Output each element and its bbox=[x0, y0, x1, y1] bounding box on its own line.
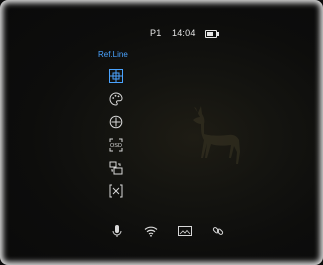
bottom-status-bar bbox=[0, 222, 323, 240]
picture-in-picture-icon bbox=[109, 161, 123, 175]
microphone-status bbox=[108, 222, 126, 240]
deer-silhouette bbox=[193, 106, 240, 164]
link-status bbox=[209, 222, 227, 240]
menu-item-palette[interactable] bbox=[107, 90, 125, 108]
menu-title: Ref.Line bbox=[98, 50, 128, 59]
image-status bbox=[176, 222, 194, 240]
osd-icon: OSD bbox=[109, 138, 123, 152]
menu-item-pip[interactable] bbox=[107, 159, 125, 177]
osd-icon-label: OSD bbox=[110, 143, 122, 149]
menu-list: OSD bbox=[107, 67, 125, 205]
menu-item-ref-line[interactable] bbox=[107, 67, 125, 85]
profile-label: P1 bbox=[150, 28, 162, 38]
palette-icon bbox=[109, 92, 123, 106]
image-icon bbox=[178, 226, 192, 236]
menu-item-crosshair[interactable] bbox=[107, 113, 125, 131]
wifi-icon bbox=[144, 226, 158, 237]
clock: 14:04 bbox=[172, 28, 196, 38]
crosshair-icon bbox=[109, 115, 123, 129]
status-bar: P1 14:04 bbox=[0, 28, 323, 42]
menu-item-exit[interactable] bbox=[107, 182, 125, 200]
menu-item-osd[interactable]: OSD bbox=[107, 136, 125, 154]
microphone-icon bbox=[112, 225, 122, 237]
link-icon bbox=[212, 227, 224, 235]
wifi-status bbox=[142, 222, 160, 240]
close-icon bbox=[109, 184, 123, 198]
battery-icon bbox=[205, 30, 219, 38]
viewfinder-screen: P1 14:04 Ref.Line OSD bbox=[0, 0, 323, 265]
reticle-grid-icon bbox=[109, 69, 123, 83]
